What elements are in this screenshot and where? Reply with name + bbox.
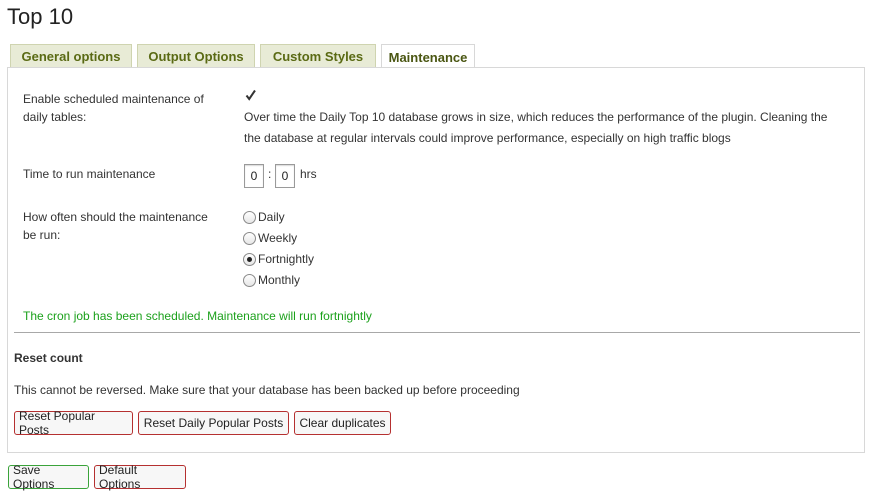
default-options-button[interactable]: Default Options: [94, 463, 186, 491]
frequency-option-weekly[interactable]: Weekly: [243, 229, 297, 247]
tab-custom-styles[interactable]: Custom Styles: [260, 44, 376, 68]
cron-status-message: The cron job has been scheduled. Mainten…: [23, 309, 372, 323]
hour-input[interactable]: [244, 164, 264, 188]
enable-maintenance-label-line2: daily tables:: [23, 110, 87, 124]
frequency-option-fortnightly[interactable]: Fortnightly: [243, 250, 314, 268]
radio-label-monthly: Monthly: [258, 273, 301, 287]
reset-popular-posts-button[interactable]: Reset Popular Posts: [14, 409, 133, 437]
maintenance-description-line2: the database at regular intervals could …: [244, 131, 731, 145]
save-options-button[interactable]: Save Options: [8, 463, 89, 491]
clear-duplicates-button[interactable]: Clear duplicates: [294, 411, 391, 435]
tab-output-options[interactable]: Output Options: [137, 44, 255, 68]
maintenance-description: Over time the Daily Top 10 database grow…: [244, 107, 854, 149]
frequency-option-monthly[interactable]: Monthly: [243, 271, 300, 289]
time-label: Time to run maintenance: [23, 167, 156, 181]
time-unit: hrs: [300, 167, 317, 181]
frequency-label-line1: How often should the maintenance: [23, 210, 208, 224]
radio-label-fortnightly: Fortnightly: [258, 252, 315, 266]
tab-maintenance[interactable]: Maintenance: [381, 44, 475, 69]
radio-daily[interactable]: [243, 210, 256, 224]
maintenance-panel: Enable scheduled maintenance of daily ta…: [7, 67, 865, 453]
enable-maintenance-checkbox[interactable]: [244, 89, 257, 102]
radio-fortnightly[interactable]: [243, 252, 256, 266]
enable-maintenance-label-line1: Enable scheduled maintenance of: [23, 92, 204, 106]
page-title: Top 10: [7, 4, 74, 29]
section-divider: [14, 332, 860, 333]
reset-count-title: Reset count: [14, 351, 83, 365]
radio-weekly[interactable]: [243, 231, 256, 245]
radio-label-daily: Daily: [258, 210, 285, 224]
frequency-option-daily[interactable]: Daily: [243, 208, 285, 226]
reset-warning: This cannot be reversed. Make sure that …: [14, 383, 520, 397]
enable-maintenance-label: Enable scheduled maintenance of daily ta…: [23, 90, 204, 126]
tab-general-options[interactable]: General options: [10, 44, 132, 68]
maintenance-description-line1: Over time the Daily Top 10 database grow…: [244, 110, 828, 124]
frequency-label-line2: be run:: [23, 228, 61, 242]
reset-daily-popular-posts-button[interactable]: Reset Daily Popular Posts: [138, 411, 289, 435]
radio-monthly[interactable]: [243, 273, 256, 287]
minute-input[interactable]: [275, 164, 295, 188]
radio-label-weekly: Weekly: [258, 231, 298, 245]
frequency-label: How often should the maintenance be run:: [23, 208, 208, 244]
time-separator: :: [268, 167, 272, 181]
